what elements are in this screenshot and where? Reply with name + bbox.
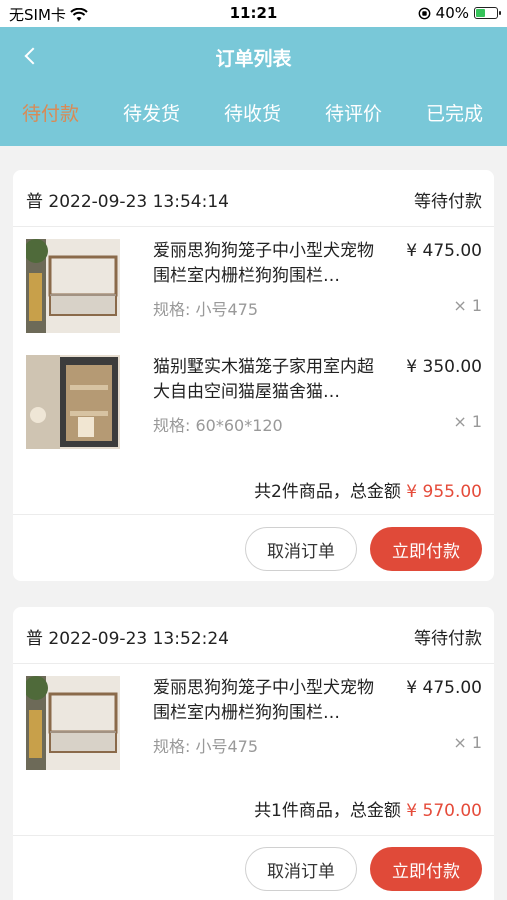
- product-spec: 规格: 小号475: [153, 300, 259, 319]
- order-type-label: 普: [26, 629, 43, 649]
- product-price: ¥ 475.00: [406, 678, 482, 698]
- order-item[interactable]: 爱丽思狗狗笼子中小型犬宠物围栏室内栅栏狗狗围栏… ¥ 475.00 规格: 小号…: [13, 676, 494, 776]
- tab-pending-payment[interactable]: 待付款: [0, 99, 101, 126]
- cancel-order-button[interactable]: 取消订单: [245, 847, 357, 891]
- tab-pending-receipt[interactable]: 待收货: [202, 99, 303, 126]
- order-datetime: 2022-09-23 13:52:24: [48, 629, 229, 649]
- order-summary: 共1件商品，总金额 ¥ 570.00: [254, 796, 482, 821]
- page-title: 订单列表: [215, 48, 292, 70]
- product-price: ¥ 350.00: [406, 357, 482, 377]
- order-status: 等待付款: [414, 629, 482, 649]
- order-summary: 共2件商品，总金额 ¥ 955.00: [254, 477, 482, 502]
- order-total: ¥ 955.00: [406, 482, 482, 502]
- cancel-order-button[interactable]: 取消订单: [245, 527, 357, 571]
- order-summary-label: 共2件商品，总金额: [254, 482, 401, 502]
- tab-pending-shipment[interactable]: 待发货: [101, 99, 202, 126]
- status-bar: 无SIM卡 11:21 40%: [0, 0, 507, 27]
- product-name: 猫别墅实木猫笼子家用室内超大自由空间猫屋猫舍猫…: [153, 357, 374, 402]
- product-spec: 规格: 60*60*120: [153, 416, 283, 435]
- tab-completed[interactable]: 已完成: [404, 99, 505, 126]
- order-card: 普 2022-09-23 13:54:14 等待付款 爱丽思狗狗笼子中小型犬宠物…: [13, 170, 494, 581]
- product-name: 爱丽思狗狗笼子中小型犬宠物围栏室内栅栏狗狗围栏…: [153, 678, 374, 723]
- product-quantity: × 1: [453, 412, 482, 431]
- orientation-lock-icon: [418, 7, 431, 19]
- product-image-cat-villa: [26, 355, 120, 449]
- divider: [13, 835, 494, 836]
- product-image-dog-fence: [26, 676, 120, 770]
- order-card: 普 2022-09-23 13:52:24 等待付款 爱丽思狗狗笼子中小型犬宠物…: [13, 607, 494, 900]
- battery-icon: [474, 7, 501, 19]
- order-tabs: 待付款 待发货 待收货 待评价 已完成: [0, 99, 507, 131]
- product-name: 爱丽思狗狗笼子中小型犬宠物围栏室内栅栏狗狗围栏…: [153, 241, 374, 286]
- order-item[interactable]: 猫别墅实木猫笼子家用室内超大自由空间猫屋猫舍猫… ¥ 350.00 规格: 60…: [13, 355, 494, 455]
- pay-now-button[interactable]: 立即付款: [370, 527, 482, 571]
- order-datetime: 2022-09-23 13:54:14: [48, 192, 229, 212]
- order-summary-label: 共1件商品，总金额: [254, 801, 401, 821]
- battery-level: [476, 9, 485, 17]
- product-quantity: × 1: [453, 296, 482, 315]
- product-quantity: × 1: [453, 733, 482, 752]
- product-image-dog-fence: [26, 239, 120, 333]
- order-status: 等待付款: [414, 192, 482, 212]
- header: 订单列表 待付款 待发货 待收货 待评价 已完成: [0, 27, 507, 146]
- divider: [13, 514, 494, 515]
- order-total: ¥ 570.00: [406, 801, 482, 821]
- tab-pending-review[interactable]: 待评价: [303, 99, 404, 126]
- order-item[interactable]: 爱丽思狗狗笼子中小型犬宠物围栏室内栅栏狗狗围栏… ¥ 475.00 规格: 小号…: [13, 239, 494, 339]
- pay-now-button[interactable]: 立即付款: [370, 847, 482, 891]
- battery-percent: 40%: [435, 4, 469, 22]
- product-price: ¥ 475.00: [406, 241, 482, 261]
- order-type-label: 普: [26, 192, 43, 212]
- product-spec: 规格: 小号475: [153, 737, 259, 756]
- order-header: 普 2022-09-23 13:54:14 等待付款: [13, 170, 494, 227]
- order-header: 普 2022-09-23 13:52:24 等待付款: [13, 607, 494, 664]
